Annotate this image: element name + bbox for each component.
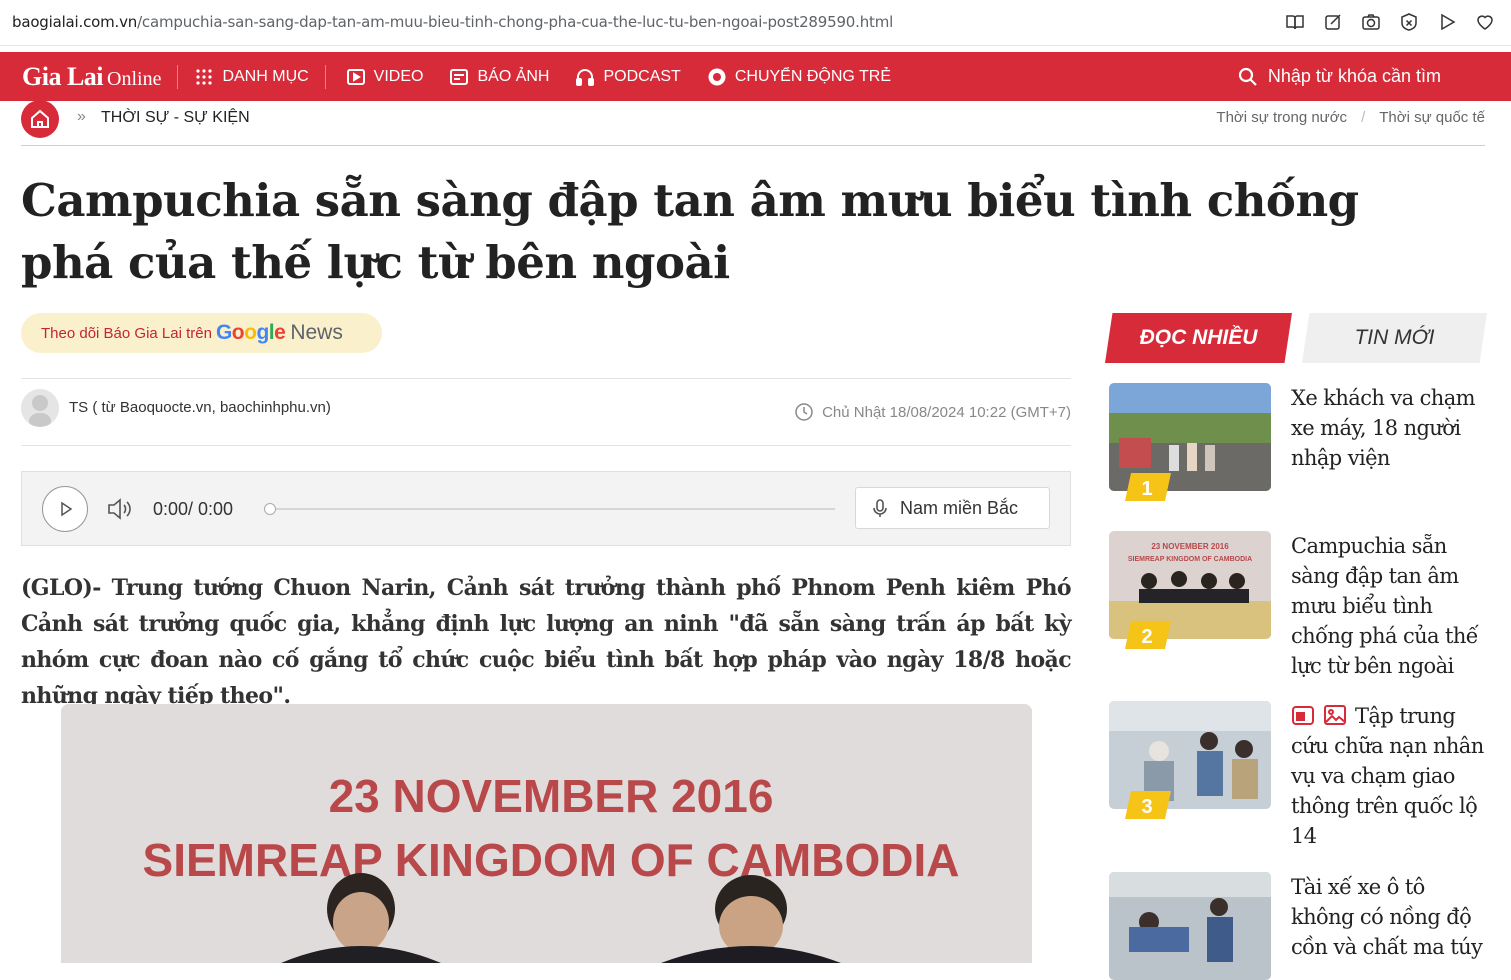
image-caption-date: 23 NOVEMBER 2016 [329, 770, 774, 822]
tab-tin-moi[interactable]: TIN MỚI [1302, 313, 1487, 363]
google-news-follow[interactable]: Theo dõi Báo Gia Lai trên Google News [21, 313, 382, 353]
nav-divider [324, 64, 326, 89]
progress-knob[interactable] [264, 503, 276, 515]
browser-address-bar: baogialai.com.vn/campuchia-san-sang-dap-… [0, 0, 1511, 46]
date-text: Chủ Nhật 18/08/2024 10:22 (GMT+7) [822, 403, 1071, 421]
home-icon [31, 109, 49, 128]
news-word: News [290, 321, 343, 344]
photo-icon [1324, 705, 1346, 725]
video-icon [346, 68, 365, 85]
headphones-icon [576, 68, 595, 86]
breadcrumb-category[interactable]: THỜI SỰ - SỰ KIỆN [101, 109, 250, 127]
camera-icon[interactable] [1359, 10, 1383, 34]
publish-date: Chủ Nhật 18/08/2024 10:22 (GMT+7) [794, 402, 1071, 422]
heart-icon[interactable] [1473, 10, 1497, 34]
nav-item-label: BÁO ẢNH [477, 67, 550, 85]
subcategory-link[interactable]: Thời sự trong nước [1216, 109, 1347, 126]
grid-icon [196, 68, 213, 85]
edit-icon[interactable] [1321, 10, 1345, 34]
microphone-icon [873, 499, 887, 517]
image-caption-place: SIEMREAP KINGDOM OF CAMBODIA [143, 834, 960, 886]
thumbnail[interactable] [1109, 872, 1271, 980]
nav-item-label: CHUYỂN ĐỘNG TRẺ [734, 67, 891, 85]
nav-item-label: PODCAST [603, 67, 681, 85]
browser-toolbar [1283, 10, 1497, 34]
voice-label: Nam miền Bắc [900, 497, 1019, 518]
video-icon [1292, 706, 1314, 725]
main-navbar: Gia Lai Online DANH MỤC VIDEO BÁO ẢNH PO… [0, 52, 1511, 101]
nav-item-video[interactable]: VIDEO [346, 67, 424, 87]
player-time: 0:00/ 0:00 [153, 499, 234, 519]
side-item-title-text: Tập trung cứu chữa nạn nhân vụ va chạm g… [1291, 704, 1484, 848]
thumb-text-place: SIEMREAP KINGDOM OF CAMBODIA [1128, 556, 1252, 563]
author-name[interactable]: TS ( từ Baoquocte.vn, baochinhphu.vn) [69, 399, 331, 416]
logo-main: Gia Lai [22, 61, 104, 91]
reader-icon[interactable] [1283, 10, 1307, 34]
play-icon [61, 501, 73, 517]
google-logo: Google [215, 321, 286, 344]
shield-x-icon[interactable] [1397, 10, 1421, 34]
breadcrumb: » THỜI SỰ - SỰ KIỆN Thời sự trong nước /… [21, 100, 1485, 146]
search-box[interactable]: Nhập từ khóa cần tìm [1238, 66, 1441, 87]
circle-icon [708, 68, 726, 85]
article-lead: (GLO)- Trung tướng Chuon Narin, Cảnh sát… [21, 575, 1072, 709]
rank-number: 1 [1141, 478, 1152, 500]
progress-track[interactable] [264, 503, 835, 515]
article-image[interactable]: 23 NOVEMBER 2016 SIEMREAP KINGDOM OF CAM… [61, 704, 1032, 963]
site-logo[interactable]: Gia Lai Online [22, 62, 161, 92]
rank-badge: 2 [1125, 621, 1171, 649]
nav-divider [177, 64, 179, 89]
side-item-title[interactable]: Tập trung cứu chữa nạn nhân vụ va chạm g… [1291, 701, 1486, 851]
nav-item-chuyen-dong-tre[interactable]: CHUYỂN ĐỘNG TRẺ [707, 67, 891, 87]
side-item-title[interactable]: Campuchia sẵn sàng đập tan âm mưu biểu t… [1291, 531, 1486, 681]
volume-button[interactable] [106, 496, 134, 527]
rank-number: 3 [1141, 796, 1152, 818]
voice-select[interactable]: Nam miền Bắc [855, 487, 1050, 529]
side-item-title[interactable]: Tài xế xe ô tô không có nồng độ cồn và c… [1291, 872, 1486, 962]
rank-badge: 1 [1125, 473, 1171, 501]
thumb-text-date: 23 NOVEMBER 2016 [1151, 542, 1229, 551]
sidebar-tabs: ĐỌC NHIỀU TIN MỚI [1105, 313, 1487, 363]
search-icon [1238, 67, 1257, 86]
article-meta: TS ( từ Baoquocte.vn, baochinhphu.vn) Ch… [21, 378, 1071, 446]
breadcrumb-slash: / [1361, 109, 1366, 126]
rank-badge: 3 [1125, 791, 1171, 819]
nav-item-podcast[interactable]: PODCAST [575, 67, 681, 87]
nav-item-bao-anh[interactable]: BÁO ẢNH [449, 67, 549, 87]
subcategory-links: Thời sự trong nước / Thời sự quốc tế [1216, 109, 1485, 126]
logo-sub: Online [107, 67, 162, 90]
nav-item-label: VIDEO [373, 67, 424, 85]
nav-item-danh-muc[interactable]: DANH MỤC [194, 67, 309, 87]
photo-icon [450, 68, 469, 85]
volume-icon [108, 498, 131, 520]
rank-number: 2 [1141, 626, 1152, 648]
url-text[interactable]: baogialai.com.vn/campuchia-san-sang-dap-… [12, 13, 893, 31]
play-button[interactable] [42, 486, 88, 532]
home-button[interactable] [21, 100, 59, 138]
follow-text: Theo dõi Báo Gia Lai trên [41, 324, 212, 342]
clock-icon [795, 403, 813, 421]
avatar [21, 389, 59, 427]
article-title: Campuchia sẵn sàng đập tan âm mưu biểu t… [21, 174, 1359, 289]
tab-doc-nhieu[interactable]: ĐỌC NHIỀU [1105, 313, 1292, 363]
side-item-title[interactable]: Xe khách va chạm xe máy, 18 người nhập v… [1291, 383, 1486, 473]
audio-player: 0:00/ 0:00 Nam miền Bắc [21, 471, 1071, 546]
subcategory-link[interactable]: Thời sự quốc tế [1379, 109, 1485, 126]
search-placeholder: Nhập từ khóa cần tìm [1267, 66, 1441, 86]
play-icon[interactable] [1435, 10, 1459, 34]
nav-item-label: DANH MỤC [222, 67, 309, 85]
breadcrumb-separator: » [77, 108, 86, 125]
